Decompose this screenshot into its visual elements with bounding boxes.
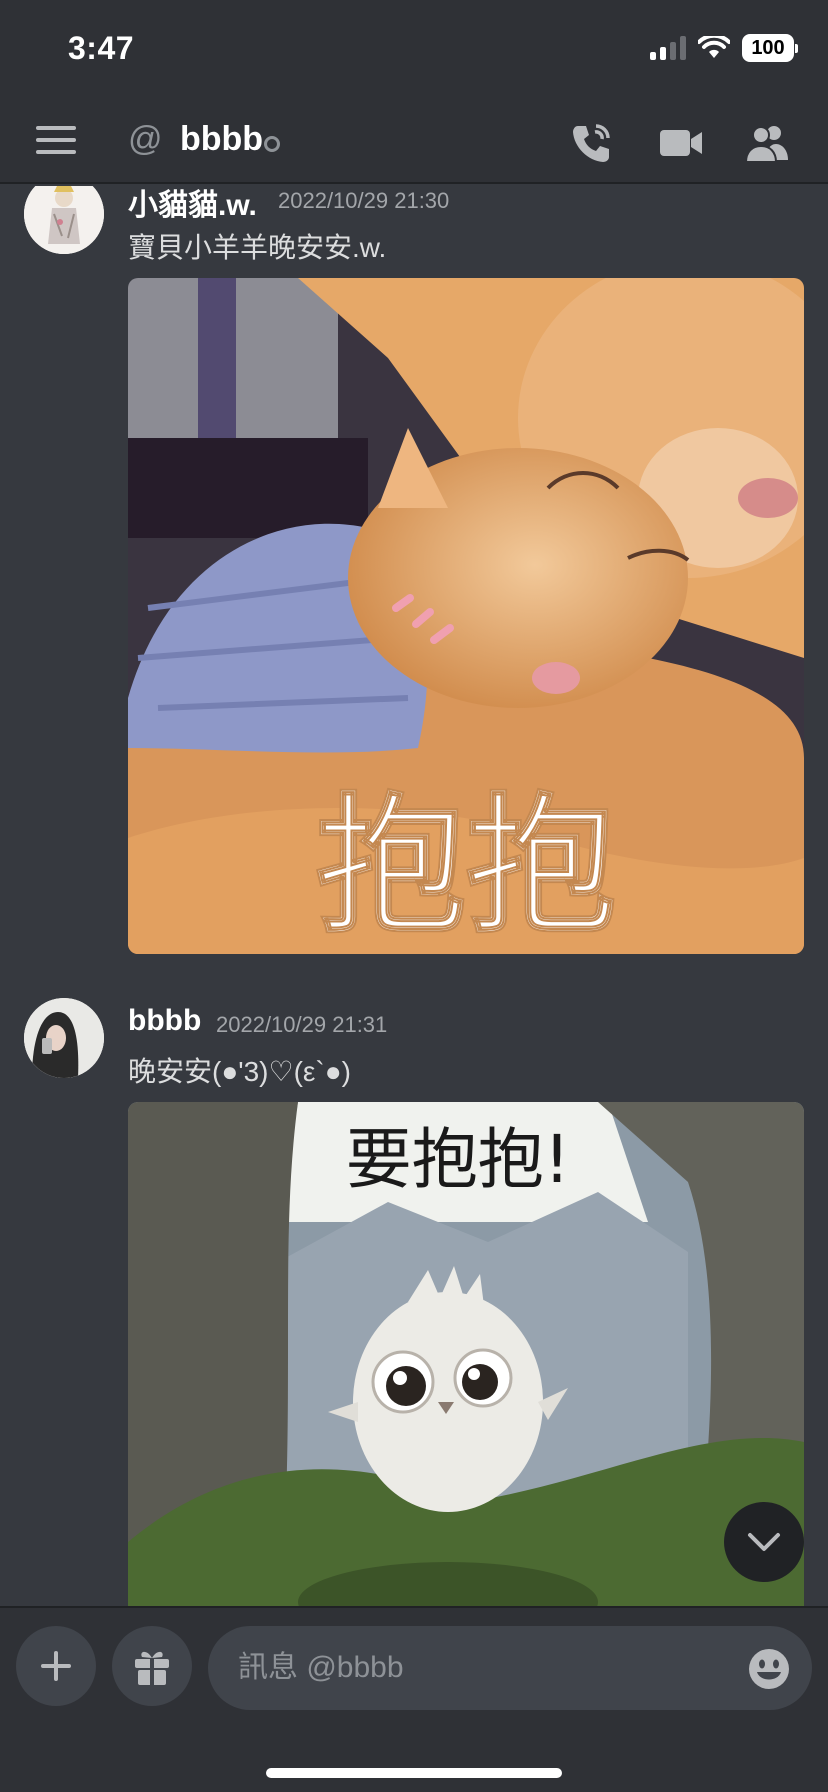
gift-icon [135,1651,169,1685]
chevron-down-icon [748,1533,780,1551]
menu-icon[interactable] [36,126,76,158]
message-input[interactable] [208,1626,812,1710]
plus-icon [41,1651,71,1681]
status-indicators: 100 [650,34,798,62]
cellular-signal-icon [650,36,686,60]
avatar[interactable] [24,186,104,254]
video-call-icon[interactable] [658,120,704,166]
message-text: 寶貝小羊羊晚安安.w. [128,232,387,263]
message-composer [0,1606,828,1792]
message-image-bird-hug[interactable]: 要抱抱! [128,1102,804,1606]
home-indicator [266,1768,562,1778]
battery-icon: 100 [742,34,798,62]
members-icon[interactable] [744,120,790,166]
message-timestamp: 2022/10/29 21:30 [278,188,450,213]
at-icon: @ [128,120,163,158]
status-time: 3:47 [68,30,135,66]
message-timestamp: 2022/10/29 21:31 [216,1012,388,1037]
jump-to-latest-button[interactable] [724,1502,804,1582]
avatar[interactable] [24,998,104,1078]
wifi-icon [698,36,730,58]
channel-header: @ bbbb [0,100,828,184]
phone-call-icon[interactable] [568,120,614,166]
message-author[interactable]: bbbb [128,1004,201,1038]
attach-button[interactable] [16,1626,96,1706]
image-caption: 抱抱 [316,780,616,954]
image-caption: 要抱抱! [346,1121,570,1198]
message-list[interactable]: 小貓貓.w. 2022/10/29 21:30 寶貝小羊羊晚安安.w. 抱抱 b… [0,186,828,1606]
offline-status-icon [264,136,280,152]
gift-button[interactable] [112,1626,192,1706]
message-image-cat-hug[interactable]: 抱抱 [128,278,804,954]
channel-title: bbbb [180,120,264,158]
emoji-icon[interactable] [748,1648,790,1690]
status-bar: 3:47 100 [0,0,828,100]
message-text: 晚安安(●'3)♡(ε`●) [128,1056,351,1087]
message-author[interactable]: 小貓貓.w. [128,186,257,224]
